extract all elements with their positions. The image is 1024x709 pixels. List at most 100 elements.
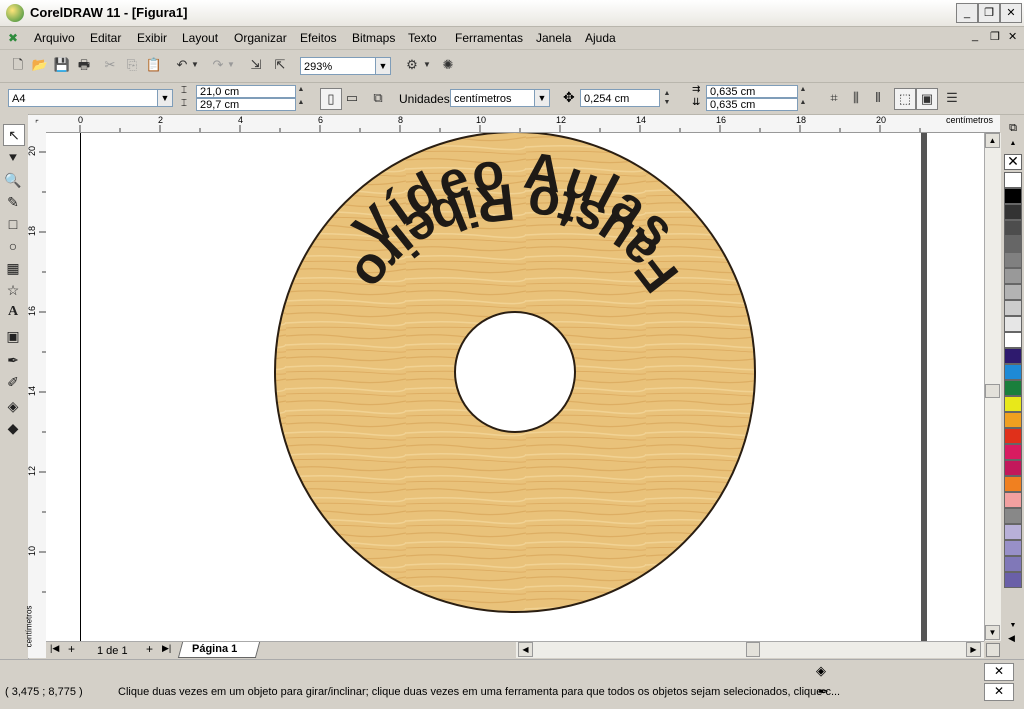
graph-paper-tool-icon[interactable]: ▦ xyxy=(3,258,23,278)
launcher-dropdown-icon[interactable]: ▼ xyxy=(422,55,432,75)
horizontal-scroll-thumb[interactable] xyxy=(746,642,760,657)
color-swatch[interactable] xyxy=(1004,316,1022,332)
color-swatch[interactable] xyxy=(1004,460,1022,476)
color-swatch[interactable] xyxy=(1004,540,1022,556)
color-swatch[interactable] xyxy=(1004,188,1022,204)
scroll-right-button[interactable]: ▶ xyxy=(966,642,981,657)
interactive-fill-tool-icon[interactable]: ◆ xyxy=(3,418,23,438)
cut-icon[interactable]: ✂ xyxy=(100,55,120,75)
edit-across-layers-icon[interactable]: ⬚ xyxy=(894,88,916,110)
ruler-corner[interactable]: ⌜ xyxy=(28,115,47,133)
color-swatch[interactable] xyxy=(1004,236,1022,252)
vertical-ruler[interactable]: 20 18 16 14 12 10 centímetros xyxy=(24,132,47,658)
color-swatch[interactable] xyxy=(1004,300,1022,316)
duplicate-x-field[interactable]: 0,635 cm xyxy=(706,85,798,98)
menu-organizar[interactable]: Organizar xyxy=(234,31,287,45)
color-swatch[interactable] xyxy=(1004,380,1022,396)
maximize-button[interactable]: ❐ xyxy=(978,3,1000,23)
color-swatch[interactable] xyxy=(1004,428,1022,444)
fill-tool-icon[interactable]: ◈ xyxy=(3,396,23,416)
rectangle-tool-icon[interactable]: □ xyxy=(3,214,23,234)
portrait-icon[interactable]: ▯ xyxy=(320,88,342,110)
color-swatch[interactable] xyxy=(1004,268,1022,284)
undo-icon[interactable]: ↶ xyxy=(172,55,192,75)
dup-x-spin-up[interactable]: ▲ xyxy=(798,85,808,94)
treat-as-filled-icon[interactable]: ▣ xyxy=(916,88,938,110)
outline-tool-icon[interactable]: ✐ xyxy=(3,372,23,392)
nudge-spin-up[interactable]: ▲ xyxy=(662,89,672,98)
color-swatch[interactable] xyxy=(1004,348,1022,364)
color-swatch[interactable] xyxy=(1004,556,1022,572)
close-button[interactable]: ✕ xyxy=(1000,3,1022,23)
color-swatch[interactable] xyxy=(1004,508,1022,524)
navigator-button[interactable] xyxy=(986,643,1000,657)
paste-icon[interactable]: 📋 xyxy=(144,55,164,75)
doc-close-button[interactable]: ✕ xyxy=(1008,30,1017,43)
height-spin-up[interactable]: ▲ xyxy=(296,98,306,107)
menu-arquivo[interactable]: Arquivo xyxy=(34,31,75,45)
interactive-tool-icon[interactable]: ▣ xyxy=(3,326,23,346)
redo-dropdown-icon[interactable]: ▼ xyxy=(226,55,236,75)
duplicate-y-field[interactable]: 0,635 cm xyxy=(706,98,798,111)
units-select[interactable]: centímetros xyxy=(450,89,536,107)
page-tab-label[interactable]: Página 1 xyxy=(192,643,237,655)
color-swatch[interactable] xyxy=(1004,492,1022,508)
menu-exibir[interactable]: Exibir xyxy=(137,31,167,45)
outline-none-icon[interactable]: ✕ xyxy=(984,683,1014,701)
add-page-before-button[interactable]: + xyxy=(68,642,75,656)
color-swatch[interactable] xyxy=(1004,396,1022,412)
redo-icon[interactable]: ↷ xyxy=(208,55,228,75)
page-height-field[interactable]: 29,7 cm xyxy=(196,98,296,111)
save-icon[interactable]: 💾 xyxy=(52,55,72,75)
snap-grid-icon[interactable]: ⌗ xyxy=(824,88,844,108)
disc-artwork[interactable]: Vídeo Aulas Fausto Ribeiro xyxy=(46,133,984,641)
fill-none-icon[interactable]: ✕ xyxy=(984,663,1014,681)
new-icon[interactable]: 🗋 xyxy=(8,55,28,75)
freehand-tool-icon[interactable]: ✎ xyxy=(3,192,23,212)
first-page-button[interactable]: |◀ xyxy=(50,643,59,654)
color-swatch[interactable] xyxy=(1004,572,1022,588)
zoom-field[interactable]: 293% xyxy=(300,57,376,75)
text-tool-icon[interactable]: A xyxy=(3,302,23,322)
color-swatch[interactable] xyxy=(1004,220,1022,236)
color-swatch[interactable] xyxy=(1004,524,1022,540)
palette-scroll-down-button[interactable]: ▼ xyxy=(1005,620,1021,632)
undo-dropdown-icon[interactable]: ▼ xyxy=(190,55,200,75)
page-width-field[interactable]: 21,0 cm xyxy=(196,85,296,98)
export-icon[interactable]: ⇱ xyxy=(270,55,290,75)
nudge-distance-field[interactable]: 0,254 cm xyxy=(580,89,660,107)
horizontal-ruler[interactable]: 0 2 4 6 8 10 12 14 16 18 20 centímetros xyxy=(46,115,1000,133)
menu-editar[interactable]: Editar xyxy=(90,31,121,45)
options-icon[interactable]: ☰ xyxy=(942,88,962,108)
snap-objects-icon[interactable]: ⫴ xyxy=(868,88,888,108)
vertical-scrollbar[interactable]: ▲ ▼ xyxy=(984,133,1001,641)
menu-texto[interactable]: Texto xyxy=(408,31,437,45)
menu-janela[interactable]: Janela xyxy=(536,31,571,45)
units-dropdown-button[interactable]: ▼ xyxy=(534,89,550,107)
shape-tool-icon[interactable]: ⯆ xyxy=(3,148,23,168)
zoom-tool-icon[interactable]: 🔍 xyxy=(3,170,23,190)
menu-efeitos[interactable]: Efeitos xyxy=(300,31,337,45)
color-swatch[interactable] xyxy=(1004,364,1022,380)
doc-icon[interactable]: ✖ xyxy=(8,31,18,45)
palette-scroll-up-button[interactable]: ▲ xyxy=(1005,138,1021,150)
print-icon[interactable]: 🖶 xyxy=(74,55,94,75)
zoom-dropdown-button[interactable]: ▼ xyxy=(375,57,391,75)
color-swatch[interactable] xyxy=(1004,476,1022,492)
nudge-spin-down[interactable]: ▼ xyxy=(662,98,672,107)
paper-size-select[interactable]: A4 xyxy=(8,89,158,107)
color-swatch[interactable] xyxy=(1004,172,1022,188)
color-swatch[interactable] xyxy=(1004,412,1022,428)
fill-indicator-icon[interactable]: ◈ xyxy=(816,663,826,679)
drawing-canvas[interactable]: Vídeo Aulas Fausto Ribeiro xyxy=(46,133,984,641)
import-icon[interactable]: ⇲ xyxy=(246,55,266,75)
minimize-button[interactable]: _ xyxy=(956,3,978,23)
palette-options-icon[interactable]: ⧉ xyxy=(1005,120,1021,136)
width-spin-up[interactable]: ▲ xyxy=(296,85,306,94)
snap-guidelines-icon[interactable]: ⫼ xyxy=(846,88,866,108)
scroll-down-button[interactable]: ▼ xyxy=(985,625,1000,640)
horizontal-scrollbar[interactable]: ◀ ▶ xyxy=(516,641,984,658)
last-page-button[interactable]: ▶| xyxy=(162,643,171,654)
paper-size-dropdown-button[interactable]: ▼ xyxy=(157,89,173,107)
menu-ferramentas[interactable]: Ferramentas xyxy=(455,31,523,45)
